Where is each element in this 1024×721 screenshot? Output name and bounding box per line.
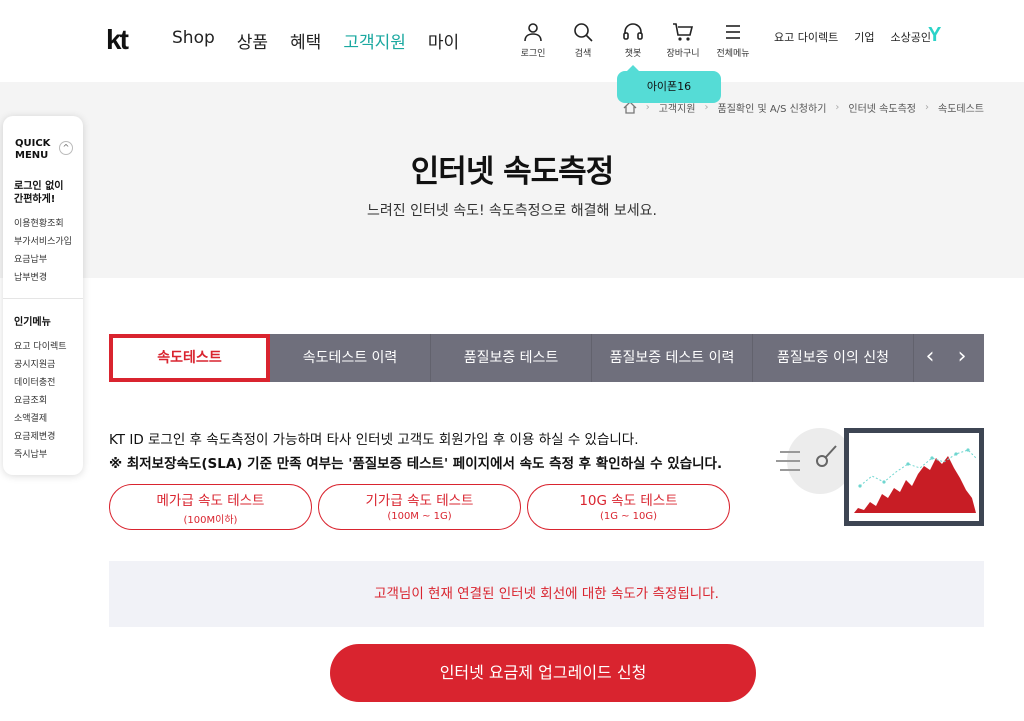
measurement-info-box: 고객님이 현재 연결된 인터넷 회선에 대한 속도가 측정됩니다. [109, 561, 984, 627]
button-label: 메가급 속도 테스트 [156, 493, 265, 509]
cart-icon [673, 23, 694, 41]
button-sublabel: (1G ~ 10G) [599, 511, 658, 522]
menu-icon [726, 25, 740, 39]
quick-link-pay-change[interactable]: 납부변경 [14, 270, 47, 283]
nav-products[interactable]: 상품 [237, 28, 268, 53]
quick-link-bill[interactable]: 요금조회 [14, 393, 47, 406]
nav-shop[interactable]: Shop [172, 28, 215, 53]
quick-link-usage[interactable]: 이용현황조회 [14, 216, 64, 229]
10g-speed-test-button[interactable]: 10G 속도 테스트 (1G ~ 10G) [527, 484, 730, 530]
nav-my[interactable]: 마이 [428, 28, 459, 53]
quick-menu-toggle-button[interactable]: ^ [59, 141, 73, 155]
quick-popular-title: 인기메뉴 [14, 317, 51, 328]
quick-link-addon[interactable]: 부가서비스가입 [14, 234, 72, 247]
quick-link-instant-pay[interactable]: 즉시납부 [14, 447, 47, 460]
quick-link-plan-change[interactable]: 요금제변경 [14, 429, 55, 442]
chevron-right-icon: › [704, 102, 709, 113]
notice-sla-text: ※ 최저보장속도(SLA) 기준 만족 여부는 '품질보증 테스트' 페이지에서… [109, 456, 723, 472]
breadcrumb-item-quality[interactable]: 품질확인 및 A/S 신청하기 [718, 100, 827, 115]
quick-link-data-charge[interactable]: 데이터충전 [14, 375, 55, 388]
button-sublabel: (100M이하) [183, 515, 238, 526]
all-menu-label: 전체메뉴 [716, 49, 750, 59]
search-button[interactable]: 검색 [558, 22, 608, 59]
nav-support[interactable]: 고객지원 [343, 28, 406, 53]
quick-link-micropay[interactable]: 소액결제 [14, 411, 47, 424]
chatbot-button[interactable]: 챗봇 [608, 22, 658, 59]
tab-arrows: ‹ › [914, 334, 979, 382]
quick-section-line2: 간편하게! [14, 194, 56, 205]
upgrade-plan-button[interactable]: 인터넷 요금제 업그레이드 신청 [330, 644, 756, 702]
button-label: 기가급 속도 테스트 [365, 493, 474, 509]
user-icon [524, 23, 542, 42]
headset-icon [623, 23, 643, 40]
top-links: 요고 다이렉트 기업 소상공인 [774, 29, 931, 45]
quick-title-line2: MENU [15, 150, 49, 161]
page-title: 인터넷 속도측정 [410, 154, 614, 190]
breadcrumb-item-speed-test[interactable]: 속도테스트 [938, 100, 984, 115]
login-button[interactable]: 로그인 [508, 22, 558, 59]
mega-speed-test-button[interactable]: 메가급 속도 테스트 (100M이하) [109, 484, 312, 530]
quick-menu-title: QUICK MENU [15, 138, 50, 162]
giga-speed-test-button[interactable]: 기가급 속도 테스트 (100M ~ 1G) [318, 484, 521, 530]
quick-title-line1: QUICK [15, 138, 51, 149]
utility-menu: 로그인 검색 챗봇 장바구니 전체메뉴 [508, 22, 758, 59]
main-nav: Shop 상품 혜택 고객지원 마이 [172, 28, 459, 53]
breadcrumb-item-speed-measure[interactable]: 인터넷 속도측정 [848, 100, 916, 115]
button-label: 10G 속도 테스트 [579, 493, 678, 509]
tab-quality-test-history[interactable]: 품질보증 테스트 이력 [592, 334, 753, 382]
nav-benefits[interactable]: 혜택 [290, 28, 321, 53]
speed-monitor-illustration [776, 428, 984, 526]
button-sublabel: (100M ~ 1G) [387, 511, 452, 522]
search-icon [574, 23, 593, 42]
chatbot-bubble[interactable]: 아이폰16 [617, 65, 721, 103]
tab-quality-appeal[interactable]: 품질보증 이의 신청 [753, 334, 914, 382]
link-yogo-direct[interactable]: 요고 다이렉트 [774, 29, 838, 45]
quick-link-yogo[interactable]: 요고 다이렉트 [14, 339, 67, 352]
notice-text: KT ID 로그인 후 속도측정이 가능하며 타사 인터넷 고객도 회원가입 후… [109, 432, 639, 448]
cart-label: 장바구니 [666, 49, 700, 59]
all-menu-button[interactable]: 전체메뉴 [708, 22, 758, 59]
chevron-left-icon[interactable]: ‹ [914, 334, 946, 382]
kt-logo[interactable]: kt [106, 24, 129, 56]
search-label: 검색 [574, 49, 592, 59]
page-subtitle: 느려진 인터넷 속도! 속도측정으로 해결해 보세요. [367, 203, 657, 219]
link-small-business[interactable]: 소상공인 [890, 29, 930, 45]
tab-quality-test[interactable]: 품질보증 테스트 [431, 334, 592, 382]
tab-speed-test-history[interactable]: 속도테스트 이력 [270, 334, 431, 382]
chevron-right-icon[interactable]: › [946, 334, 978, 382]
cart-button[interactable]: 장바구니 [658, 22, 708, 59]
speed-test-tabs: 속도테스트 속도테스트 이력 품질보증 테스트 품질보증 테스트 이력 품질보증… [109, 334, 984, 382]
site-header: kt Shop 상품 혜택 고객지원 마이 로그인 검색 챗봇 장바구니 전체메… [0, 0, 1024, 82]
tab-speed-test[interactable]: 속도테스트 [109, 334, 270, 382]
y-logo[interactable]: Y [928, 24, 941, 47]
chatbot-label: 챗봇 [624, 49, 642, 59]
quick-menu: QUICK MENU ^ 로그인 없이 간편하게! 이용현황조회 부가서비스가입… [3, 116, 83, 475]
quick-link-pay[interactable]: 요금납부 [14, 252, 47, 265]
divider [3, 298, 83, 299]
quick-section-line1: 로그인 없이 [14, 181, 64, 192]
quick-section-title: 로그인 없이 간편하게! [14, 180, 63, 206]
chevron-right-icon: › [645, 102, 650, 113]
quick-link-subsidy[interactable]: 공시지원금 [14, 357, 55, 370]
link-enterprise[interactable]: 기업 [854, 29, 874, 45]
chevron-right-icon: › [925, 102, 929, 113]
hero-banner: › 고객지원 › 품질확인 및 A/S 신청하기 › 인터넷 속도측정 › 속도… [0, 82, 1024, 278]
login-label: 로그인 [520, 49, 546, 59]
chevron-right-icon: › [835, 102, 840, 113]
